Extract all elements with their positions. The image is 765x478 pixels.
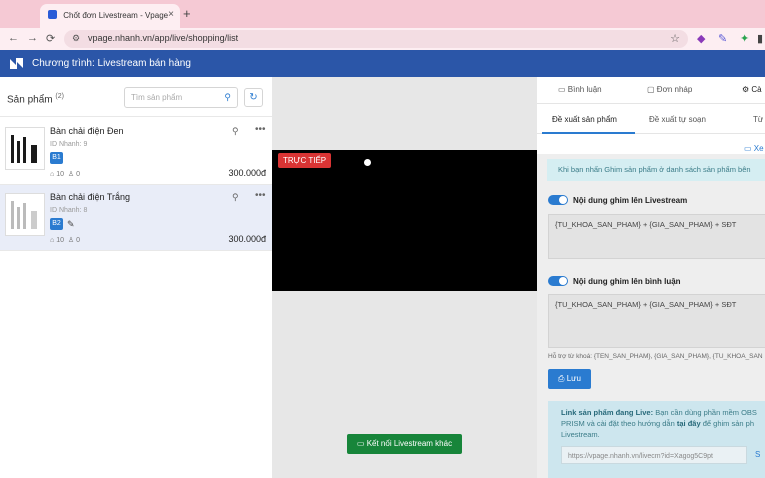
comment-icon: ▭ bbox=[558, 85, 566, 94]
draft-icon: ▢ bbox=[647, 85, 655, 94]
live-badge: TRỰC TIẾP bbox=[278, 153, 332, 168]
reload-button[interactable]: ⟳ bbox=[46, 32, 55, 45]
product-item[interactable]: Bàn chải điện Đen ID Nhanh: 9 B1 ⌂ 10 ♙ … bbox=[0, 119, 272, 185]
live-link-box: Link sản phẩm đang Live: Bạn cần dùng ph… bbox=[548, 401, 765, 478]
view-guide-link[interactable]: ▭ Xe bbox=[744, 144, 764, 153]
sub-tabs: Đề xuất sản phẩm Đề xuất tự soạn Từ bbox=[537, 104, 765, 134]
clock-icon bbox=[364, 159, 371, 166]
nhanh-logo-icon bbox=[10, 58, 23, 69]
product-stats: ⌂ 10 ♙ 0 bbox=[50, 171, 81, 178]
app-header: Chương trình: Livestream bán hàng bbox=[0, 50, 765, 77]
connect-livestream-button[interactable]: ▭ Kết nối Livestream khác bbox=[347, 434, 462, 454]
product-thumbnail bbox=[5, 127, 45, 170]
products-label: Sản phẩm (2) bbox=[7, 93, 64, 106]
livestream-video[interactable]: TRỰC TIẾP bbox=[272, 150, 537, 291]
product-search-input[interactable]: Tìm sản phẩm ⚲ bbox=[124, 87, 238, 108]
live-link-input[interactable]: https://vpage.nhanh.vn/livecm?id=Xagog5C… bbox=[561, 446, 747, 464]
products-count: (2) bbox=[55, 93, 64, 100]
product-id: ID Nhanh: 9 bbox=[50, 141, 88, 148]
product-name: Bàn chải điện Trắng bbox=[50, 192, 131, 202]
right-tabs: ▭ Bình luận ▢ Đơn nháp ⚙ Cà bbox=[537, 77, 765, 104]
edit-extension-icon[interactable]: ✎ bbox=[718, 32, 727, 45]
extension-icon[interactable]: ◆ bbox=[697, 32, 705, 45]
active-tab-indicator bbox=[542, 132, 635, 134]
product-price: 300.000đ bbox=[228, 234, 266, 244]
product-badge: B2 bbox=[50, 218, 63, 230]
save-icon: ⎙ bbox=[558, 374, 565, 383]
product-badge: B1 bbox=[50, 152, 63, 164]
bookmark-star-icon[interactable]: ☆ bbox=[670, 32, 680, 45]
url-text: vpage.nhanh.vn/app/live/shopping/list bbox=[88, 33, 239, 43]
subtab-suggest-product[interactable]: Đề xuất sản phẩm bbox=[552, 115, 617, 124]
book-icon: ▭ bbox=[744, 144, 752, 153]
tab-settings[interactable]: ⚙ Cà bbox=[742, 85, 762, 94]
refresh-icon: ↻ bbox=[249, 92, 258, 103]
pin-livestream-toggle[interactable] bbox=[548, 195, 568, 205]
product-item[interactable]: Bàn chải điện Trắng ID Nhanh: 8 B2 ✎ ⌂ 1… bbox=[0, 185, 272, 251]
nhanh-favicon-icon bbox=[48, 10, 57, 19]
tab-draft-orders[interactable]: ▢ Đơn nháp bbox=[647, 85, 692, 94]
livestream-area: TRỰC TIẾP ▭ Kết nối Livestream khác bbox=[272, 77, 537, 478]
site-info-icon[interactable]: ⚙ bbox=[72, 33, 80, 44]
monitor-icon: ▭ bbox=[356, 439, 365, 448]
browser-tab-bar: Chốt đơn Livestream - Vpage × + bbox=[0, 0, 765, 28]
tab-title: Chốt đơn Livestream - Vpage bbox=[63, 11, 169, 20]
more-options-icon[interactable]: ••• bbox=[255, 124, 266, 135]
pin-livestream-label: Nội dung ghim lên Livestream bbox=[573, 196, 688, 205]
products-header: Sản phẩm (2) Tìm sản phẩm ⚲ ↻ bbox=[0, 77, 272, 117]
product-price: 300.000đ bbox=[228, 168, 266, 178]
forward-button[interactable]: → bbox=[27, 32, 38, 44]
pin-livestream-textarea[interactable]: {TU_KHOA_SAN_PHAM} + {GIA_SAN_PHAM} + SĐ… bbox=[548, 214, 765, 259]
edit-keyword-icon[interactable]: ✎ bbox=[67, 219, 75, 230]
browser-tab[interactable]: Chốt đơn Livestream - Vpage × bbox=[40, 4, 180, 28]
product-stats: ⌂ 10 ♙ 0 bbox=[50, 237, 81, 244]
copy-link-button[interactable]: S bbox=[755, 449, 760, 460]
program-title: Chương trình: Livestream bán hàng bbox=[32, 58, 191, 69]
address-bar-row: ← → ⟳ ⚙ vpage.nhanh.vn/app/live/shopping… bbox=[0, 28, 765, 50]
products-panel: Sản phẩm (2) Tìm sản phẩm ⚲ ↻ Bàn chải đ… bbox=[0, 77, 272, 478]
settings-panel: ▭ Bình luận ▢ Đơn nháp ⚙ Cà Đề xuất sản … bbox=[537, 77, 765, 478]
new-tab-button[interactable]: + bbox=[183, 6, 191, 21]
more-options-icon[interactable]: ••• bbox=[255, 190, 266, 201]
subtab-suggest-custom[interactable]: Đề xuất tự soạn bbox=[649, 115, 706, 124]
refresh-button[interactable]: ↻ bbox=[244, 88, 263, 107]
save-button[interactable]: ⎙ Lưu bbox=[548, 369, 591, 389]
product-name: Bàn chải điện Đen bbox=[50, 126, 124, 136]
keyword-hint: Hỗ trợ từ khoá: {TEN_SAN_PHAM}, {GIA_SAN… bbox=[548, 353, 763, 360]
video-overlay bbox=[364, 159, 374, 166]
pin-comment-textarea[interactable]: {TU_KHOA_SAN_PHAM} + {GIA_SAN_PHAM} + SĐ… bbox=[548, 294, 765, 348]
info-banner: Khi bạn nhấn Ghim sản phẩm ở danh sách s… bbox=[547, 159, 765, 181]
search-icon[interactable]: ⚲ bbox=[224, 92, 231, 103]
back-button[interactable]: ← bbox=[8, 32, 19, 44]
pin-icon[interactable]: ⚲ bbox=[232, 192, 239, 203]
puzzle-extension-icon[interactable]: ▮ bbox=[757, 32, 763, 45]
tab-close-icon[interactable]: × bbox=[168, 9, 174, 20]
settings-body: Khi bạn nhấn Ghim sản phẩm ở danh sách s… bbox=[537, 154, 765, 478]
sparkle-extension-icon[interactable]: ✦ bbox=[740, 32, 749, 45]
pin-comment-label: Nội dung ghim lên bình luận bbox=[573, 277, 681, 286]
subtab-more[interactable]: Từ bbox=[753, 115, 763, 124]
url-input[interactable]: ⚙ vpage.nhanh.vn/app/live/shopping/list … bbox=[64, 30, 688, 48]
tab-comments[interactable]: ▭ Bình luận bbox=[558, 85, 602, 94]
product-id: ID Nhanh: 8 bbox=[50, 207, 88, 214]
gear-icon: ⚙ bbox=[742, 85, 750, 94]
pin-comment-toggle[interactable] bbox=[548, 276, 568, 286]
product-thumbnail bbox=[5, 193, 45, 236]
pin-icon[interactable]: ⚲ bbox=[232, 126, 239, 137]
guide-link[interactable]: tại đây bbox=[677, 419, 701, 428]
